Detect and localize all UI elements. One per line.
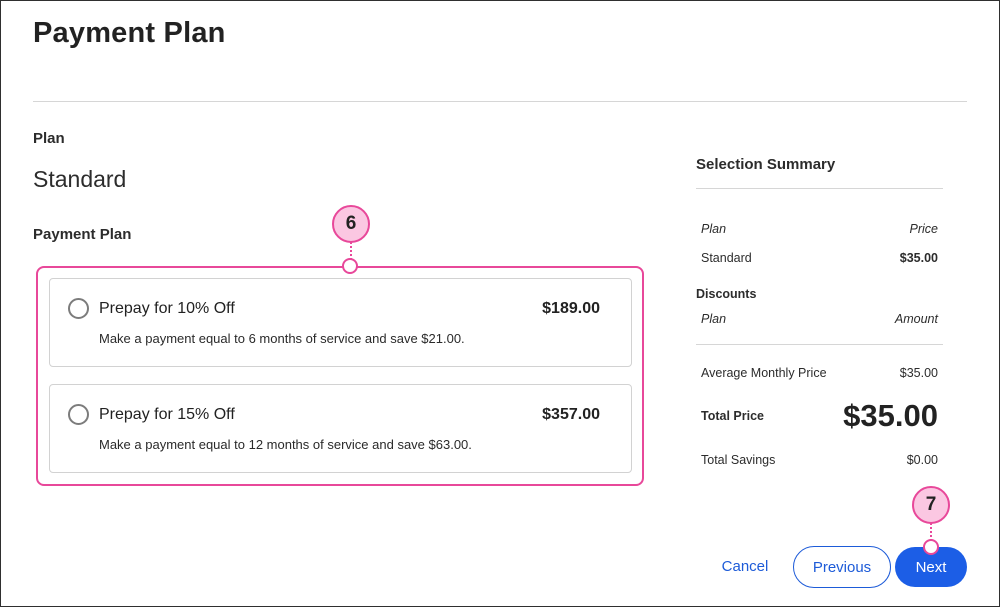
plan-value: Standard bbox=[33, 166, 127, 192]
total-savings-value: $0.00 bbox=[906, 453, 938, 467]
summary-plan-price: $35.00 bbox=[899, 251, 938, 265]
summary-discounts-label: Discounts bbox=[696, 287, 757, 301]
page-title: Payment Plan bbox=[33, 17, 226, 49]
option-description: Make a payment equal to 12 months of ser… bbox=[99, 437, 472, 452]
callout-6-anchor bbox=[342, 258, 358, 274]
cancel-link[interactable]: Cancel bbox=[714, 558, 776, 575]
payment-option-prepay-15[interactable]: Prepay for 15% Off $357.00 Make a paymen… bbox=[49, 384, 632, 473]
total-savings-label: Total Savings bbox=[701, 453, 776, 467]
total-price-value: $35.00 bbox=[843, 398, 938, 433]
previous-button[interactable]: Previous bbox=[793, 546, 891, 588]
total-price-label: Total Price bbox=[701, 409, 764, 423]
option-title: Prepay for 15% Off bbox=[99, 406, 235, 423]
callout-7-badge: 7 bbox=[912, 486, 950, 524]
radio-prepay-15[interactable] bbox=[68, 404, 89, 425]
discount-amount-header: Amount bbox=[894, 312, 938, 326]
option-title: Prepay for 10% Off bbox=[99, 300, 235, 317]
option-price: $189.00 bbox=[542, 300, 600, 317]
summary-divider-bottom bbox=[696, 344, 943, 345]
summary-divider-top bbox=[696, 188, 943, 189]
summary-plan-name: Standard bbox=[701, 251, 752, 265]
option-description: Make a payment equal to 6 months of serv… bbox=[99, 331, 465, 346]
avg-monthly-label: Average Monthly Price bbox=[701, 366, 827, 380]
summary-plan-header: Plan bbox=[701, 222, 727, 236]
discount-plan-header: Plan bbox=[701, 312, 727, 326]
radio-prepay-10[interactable] bbox=[68, 298, 89, 319]
option-price: $357.00 bbox=[542, 406, 600, 423]
selection-summary-title: Selection Summary bbox=[696, 156, 836, 173]
summary-price-header: Price bbox=[909, 222, 938, 236]
callout-7-anchor bbox=[923, 539, 939, 555]
header-divider bbox=[33, 101, 967, 102]
plan-label: Plan bbox=[33, 130, 65, 147]
payment-plan-label: Payment Plan bbox=[33, 226, 132, 243]
avg-monthly-value: $35.00 bbox=[899, 366, 938, 380]
callout-6-badge: 6 bbox=[332, 205, 370, 243]
payment-option-prepay-10[interactable]: Prepay for 10% Off $189.00 Make a paymen… bbox=[49, 278, 632, 367]
